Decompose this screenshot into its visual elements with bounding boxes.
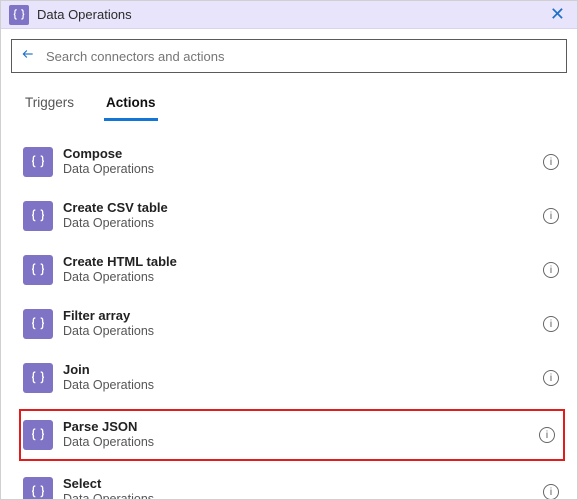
action-row[interactable]: JoinData Operationsi (23, 355, 565, 401)
action-subtitle: Data Operations (63, 435, 539, 451)
action-subtitle: Data Operations (63, 162, 543, 178)
braces-icon (23, 477, 53, 499)
info-icon[interactable]: i (543, 262, 559, 278)
search-input[interactable] (46, 49, 558, 64)
action-subtitle: Data Operations (63, 378, 543, 394)
action-row[interactable]: Create HTML tableData Operationsi (23, 247, 565, 293)
braces-icon (23, 147, 53, 177)
info-icon[interactable]: i (543, 370, 559, 386)
action-subtitle: Data Operations (63, 492, 543, 499)
action-text: Parse JSONData Operations (63, 419, 539, 451)
action-title: Create HTML table (63, 254, 543, 270)
action-title: Join (63, 362, 543, 378)
action-title: Select (63, 476, 543, 492)
search-box[interactable] (11, 39, 567, 73)
tabs: Triggers Actions (1, 81, 577, 121)
action-row[interactable]: Filter arrayData Operationsi (23, 301, 565, 347)
close-button[interactable]: ✕ (546, 4, 569, 25)
actions-list: ComposeData OperationsiCreate CSV tableD… (1, 121, 577, 499)
action-row[interactable]: Parse JSONData Operationsi (19, 409, 565, 461)
data-operations-panel: Data Operations ✕ Triggers Actions Compo… (0, 0, 578, 500)
info-icon[interactable]: i (543, 316, 559, 332)
tab-triggers[interactable]: Triggers (23, 89, 76, 120)
action-title: Parse JSON (63, 419, 539, 435)
info-icon[interactable]: i (543, 208, 559, 224)
braces-icon (23, 420, 53, 450)
panel-header: Data Operations ✕ (1, 1, 577, 29)
action-subtitle: Data Operations (63, 270, 543, 286)
action-text: ComposeData Operations (63, 146, 543, 178)
braces-icon (23, 255, 53, 285)
panel-title: Data Operations (37, 7, 546, 22)
back-arrow-icon[interactable] (20, 47, 36, 66)
action-text: Create CSV tableData Operations (63, 200, 543, 232)
braces-icon (23, 309, 53, 339)
tab-actions[interactable]: Actions (104, 89, 158, 120)
action-title: Create CSV table (63, 200, 543, 216)
info-icon[interactable]: i (539, 427, 555, 443)
action-row[interactable]: Create CSV tableData Operationsi (23, 193, 565, 239)
search-container (1, 29, 577, 81)
braces-icon (23, 201, 53, 231)
action-title: Filter array (63, 308, 543, 324)
action-text: Filter arrayData Operations (63, 308, 543, 340)
info-icon[interactable]: i (543, 484, 559, 499)
action-subtitle: Data Operations (63, 216, 543, 232)
braces-icon (9, 5, 29, 25)
action-text: Create HTML tableData Operations (63, 254, 543, 286)
braces-icon (23, 363, 53, 393)
info-icon[interactable]: i (543, 154, 559, 170)
action-row[interactable]: ComposeData Operationsi (23, 139, 565, 185)
action-subtitle: Data Operations (63, 324, 543, 340)
action-row[interactable]: SelectData Operationsi (23, 469, 565, 499)
action-text: SelectData Operations (63, 476, 543, 499)
action-title: Compose (63, 146, 543, 162)
action-text: JoinData Operations (63, 362, 543, 394)
